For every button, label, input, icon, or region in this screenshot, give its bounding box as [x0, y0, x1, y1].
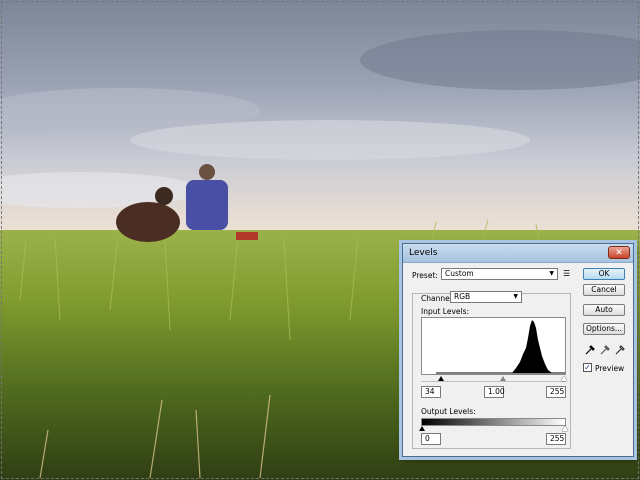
chevron-down-icon: ▼ — [513, 293, 518, 300]
channel-value: RGB — [454, 292, 471, 301]
options-button[interactable]: Options... — [583, 323, 625, 335]
input-white-slider[interactable] — [561, 376, 567, 381]
output-white-field[interactable]: 255 — [546, 433, 566, 445]
dialog-titlebar[interactable]: Levels ✕ — [403, 244, 633, 263]
channel-select[interactable]: RGB ▼ — [450, 291, 522, 303]
input-gamma-slider[interactable] — [500, 376, 506, 381]
preview-label: Preview — [595, 364, 625, 373]
preset-value: Custom — [445, 269, 474, 278]
white-eyedropper-icon[interactable] — [614, 344, 626, 356]
input-levels-label: Input Levels: — [421, 307, 470, 316]
output-black-slider[interactable] — [419, 426, 425, 431]
input-gamma-field[interactable]: 1.00 — [484, 386, 505, 398]
dialog-title: Levels — [409, 248, 438, 258]
preset-menu-icon[interactable]: ☰ — [563, 269, 570, 278]
preset-label: Preset: — [412, 271, 438, 280]
close-button[interactable]: ✕ — [608, 246, 630, 259]
preset-select[interactable]: Custom ▼ — [441, 268, 558, 280]
chevron-down-icon: ▼ — [549, 270, 554, 277]
input-black-field[interactable]: 34 — [421, 386, 441, 398]
input-slider-track — [421, 381, 566, 382]
input-white-field[interactable]: 255 — [546, 386, 566, 398]
output-black-field[interactable]: 0 — [421, 433, 441, 445]
output-gradient — [421, 418, 566, 426]
gray-eyedropper-icon[interactable] — [599, 344, 611, 356]
close-icon: ✕ — [615, 248, 623, 258]
auto-button[interactable]: Auto — [583, 304, 625, 316]
levels-dialog: Levels ✕ Preset: Custom ▼ ☰ Channel: RGB… — [402, 243, 634, 457]
input-black-slider[interactable] — [438, 376, 444, 381]
histogram-graph — [436, 320, 565, 374]
ok-button[interactable]: OK — [583, 268, 625, 280]
black-eyedropper-icon[interactable] — [584, 344, 596, 356]
cancel-button[interactable]: Cancel — [583, 284, 625, 296]
output-levels-label: Output Levels: — [421, 407, 476, 416]
output-white-slider[interactable] — [562, 426, 568, 431]
histogram — [421, 317, 566, 375]
preview-checkbox[interactable]: ✓ — [583, 363, 592, 372]
